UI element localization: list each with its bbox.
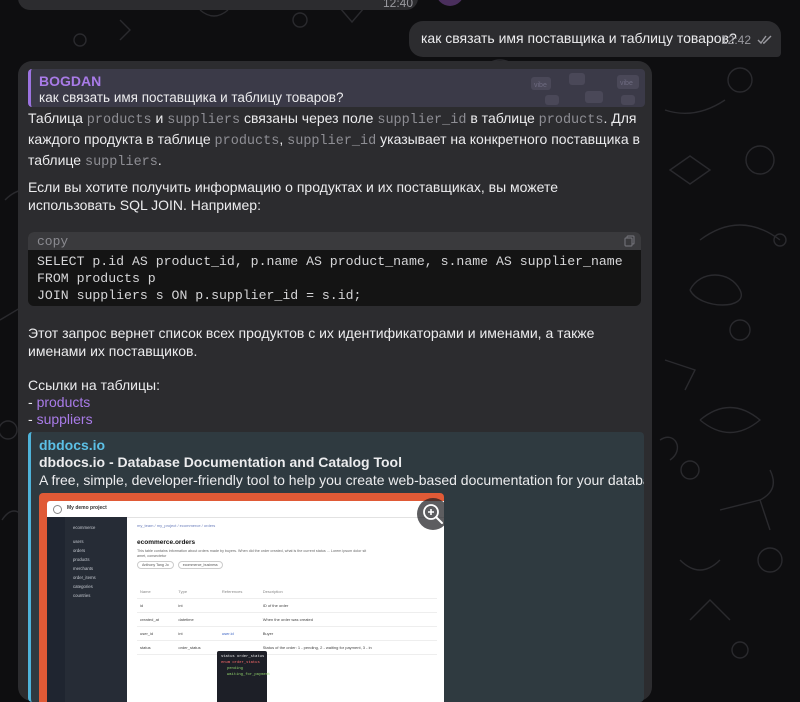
shot-sidebar-section: ecommerce — [73, 525, 96, 530]
message-time: 12:42 — [721, 33, 752, 47]
shot-tag: Anthony Tang Jo — [137, 561, 174, 569]
link-preview[interactable]: dbdocs.io dbdocs.io - Database Documenta… — [28, 432, 644, 702]
code-content: SELECT p.id AS product_id, p.name AS pro… — [28, 250, 641, 304]
message-paragraph: Если вы хотите получить информацию о про… — [28, 179, 559, 213]
links-heading: Ссылки на таблицы: — [28, 377, 160, 393]
copy-icon[interactable] — [624, 235, 635, 247]
previous-message-bubble — [18, 0, 418, 10]
shot-columns-table: Name Type References Description id int ID… — [137, 585, 437, 655]
inline-code: supplier_id — [287, 134, 377, 149]
previous-message-time: 12:40 — [383, 0, 414, 10]
inline-code: suppliers — [84, 155, 158, 170]
reply-sticker-pattern: vibe vibe — [531, 73, 639, 105]
preview-image[interactable]: My demo project ecommerce users orders p… — [39, 493, 444, 702]
incoming-message[interactable]: BOGDAN как связать имя поставщика и табл… — [18, 61, 652, 702]
shot-sidebar-item: products — [73, 557, 90, 562]
shot-breadcrumb: my_team / my_project / ecommerce / order… — [137, 523, 216, 528]
shot-table-row: user_id int user.id Buyer — [137, 626, 437, 641]
link-item: - products — [28, 394, 91, 410]
shot-col-header: Type — [175, 585, 219, 599]
shot-sidebar-item: order_items — [73, 575, 96, 580]
double-check-icon — [757, 35, 772, 45]
preview-site-name: dbdocs.io — [39, 437, 106, 453]
sticker-label: vibe — [534, 82, 547, 89]
code-block[interactable]: copy SELECT p.id AS product_id, p.name A… — [28, 232, 641, 306]
reply-quote[interactable]: BOGDAN как связать имя поставщика и табл… — [28, 69, 645, 107]
shot-table-row: status order_status Status of the order: 1… — [137, 640, 437, 655]
shot-tags: Anthony Tang Jo ecommerce_business — [137, 561, 223, 569]
preview-title: dbdocs.io - Database Documentation and C… — [39, 454, 402, 470]
reply-text: как связать имя поставщика и таблицу тов… — [39, 90, 344, 105]
outgoing-message[interactable]: как связать имя поставщика и таблицу тов… — [409, 21, 781, 57]
zoom-in-icon — [423, 504, 443, 524]
inline-code: products — [214, 134, 280, 149]
shot-project-name: My demo project — [67, 505, 107, 511]
shot-col-header: References — [218, 585, 260, 599]
preview-description: A free, simple, developer-friendly tool … — [39, 472, 644, 488]
sticker-label: vibe — [620, 80, 633, 87]
code-line: FROM products p — [37, 271, 156, 286]
reply-author: BOGDAN — [39, 73, 102, 89]
message-text: как связать имя поставщика и таблицу тов… — [421, 30, 737, 46]
shot-sidebar-item: countries — [73, 593, 91, 598]
copy-label[interactable]: copy — [37, 234, 68, 249]
inline-code: suppliers — [167, 113, 241, 128]
code-line: SELECT p.id AS product_id, p.name AS pro… — [37, 254, 623, 269]
inline-code: products — [538, 113, 604, 128]
shot-table-description: This table contains information about or… — [137, 549, 367, 558]
inline-code: products — [86, 113, 152, 128]
shot-tag: ecommerce_business — [177, 561, 223, 569]
message-meta: 12:42 — [721, 33, 773, 47]
shot-sidebar-item: orders — [73, 548, 86, 553]
shot-table-row: created_at datetime When the order was cre… — [137, 612, 437, 627]
shot-table-name: ecommerce.orders — [137, 539, 196, 546]
shot-sidebar-item: categories — [73, 584, 93, 589]
link-products[interactable]: products — [37, 394, 91, 410]
shot-tooltip: status order_status enum order_status pe… — [217, 651, 270, 702]
code-line: JOIN suppliers s ON p.supplier_id = s.id… — [37, 288, 362, 303]
message-paragraph: Таблица products и suppliers связаны чер… — [28, 110, 640, 170]
shot-col-header: Name — [137, 585, 176, 599]
message-paragraph: Этот запрос вернет список всех продуктов… — [28, 325, 595, 359]
link-suppliers[interactable]: suppliers — [37, 411, 93, 427]
logo-icon — [53, 505, 62, 514]
inline-code: supplier_id — [377, 113, 467, 128]
shot-sidebar-item: merchants — [73, 566, 94, 571]
preview-screenshot: My demo project ecommerce users orders p… — [47, 501, 444, 702]
zoom-button[interactable] — [417, 498, 444, 530]
code-block-header: copy — [28, 232, 641, 250]
shot-icon-rail — [47, 517, 65, 702]
shot-topbar: My demo project — [47, 501, 444, 518]
shot-table-row: id int ID of the order — [137, 598, 437, 613]
shot-col-header: Description — [259, 585, 437, 599]
shot-sidebar-item: users — [73, 539, 84, 544]
link-item: - suppliers — [28, 411, 93, 427]
shot-sidebar: ecommerce users orders products merchant… — [65, 517, 127, 702]
